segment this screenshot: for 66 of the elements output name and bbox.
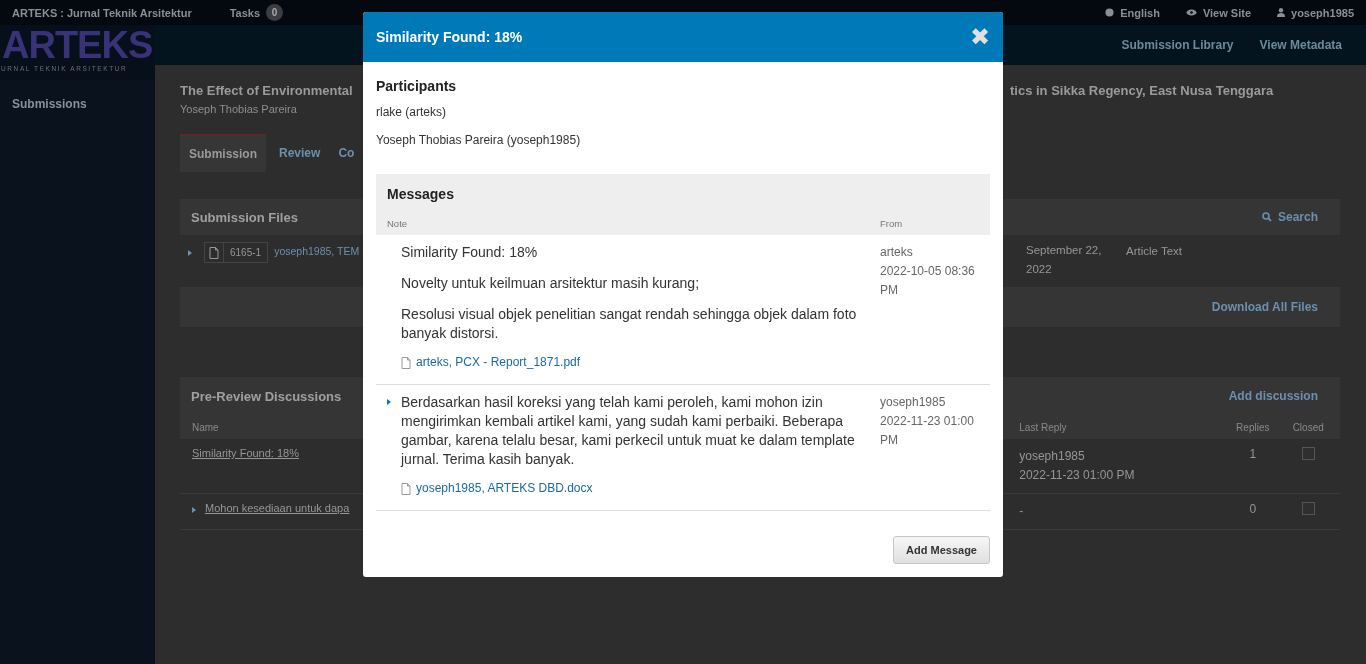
tab[interactable]: Submission [180,134,266,172]
message-text: Resolusi visual objek penelitian sangat rendah sehingga objek dalam foto banyak distorsi. [401,305,858,343]
column-header: Last Reply [1019,421,1067,433]
expand-arrow-icon[interactable] [188,250,192,256]
column-header: Name [192,421,219,433]
site-title[interactable]: ARTEKS : Jurnal Teknik Arsitektur [12,6,192,19]
file-icon [209,246,219,259]
file-icon [401,356,411,369]
section-heading: Messages [387,186,455,202]
panel-title: Submission Files [191,209,298,225]
participant-name: rlake (arteks) [376,105,447,119]
column-header: From [880,218,904,229]
nav-link[interactable]: View Metadata [1259,38,1342,52]
last-reply-text: 2022-11-23 01:00 PM [1019,468,1135,482]
dialog-title: Similarity Found: 18% [376,29,523,45]
replies-count: 1 [1249,447,1257,461]
add-discussion-link[interactable]: Add discussion [1228,389,1318,403]
file-id: 6165-1 [229,247,263,258]
eye-icon [1185,9,1197,16]
download-all-link[interactable]: Download All Files [1211,300,1318,314]
file-date: September 22, 2022 [1026,243,1103,277]
file-icon [401,482,411,495]
participant-name: Yoseph Thobias Pareira (yoseph1985) [376,133,582,147]
search-link[interactable]: Search [1261,210,1318,224]
file-link[interactable]: yoseph1985, TEM [274,245,360,257]
message-date: 2022-10-05 08:36 PM [880,263,976,299]
user-menu[interactable]: yoseph1985 [1291,6,1354,19]
add-message-button[interactable]: Add Message [893,536,990,564]
replies-count: 0 [1249,502,1257,516]
close-button[interactable]: ✖ [969,25,990,49]
column-header: Replies [1236,421,1270,433]
language-link[interactable]: English [1120,6,1160,19]
message-text: Berdasarkan hasil koreksi yang telah kami peroleh, kami mohon izin mengirimkan kembali artikel kami, yang sudah kami perbaiki. Beberapa gambar, karena telalu besar, kami perkecil untuk muat ke dalam template jurnal. Terima kasih banyak. [401,393,856,469]
globe-icon [1105,8,1115,17]
sidebar-item[interactable]: Submissions [0,80,99,128]
submission-author: Yoseph Thobias Pareira [180,103,297,115]
discussion-link[interactable]: Similarity Found: 18% [192,447,299,459]
last-reply-text: - [1019,504,1024,518]
message-date: 2022-11-23 01:00 PM [880,413,975,449]
closed-checkbox[interactable] [1301,502,1315,515]
attachment-link[interactable]: yoseph1985, ARTEKS DBD.docx [416,479,593,498]
submission-title: The Effect of Environmental [180,83,353,98]
tasks-link[interactable]: Tasks [229,6,261,19]
tab[interactable]: Co [329,134,364,172]
attachment-link[interactable]: arteks, PCX - Report_1871.pdf [416,353,581,372]
nav-link[interactable]: Submission Library [1121,38,1234,52]
panel-title: Pre-Review Discussions [191,388,342,404]
last-reply-text: yoseph1985 [1019,449,1085,463]
submission-title: tics in Sikka Regency, East Nusa Tenggara [1010,83,1274,98]
message-author: yoseph1985 [880,394,947,411]
discussion-link[interactable]: Mohon kesediaan untuk dapa [205,502,350,514]
column-header: Note [387,218,408,229]
message-author: arteks [880,244,914,261]
message-text: Novelty untuk keilmuan arsitektur masih kurang; [401,274,701,293]
expand-arrow-icon[interactable] [386,399,391,405]
message-text: Similarity Found: 18% [401,243,539,262]
column-header: Closed [1292,421,1324,433]
search-icon [1261,212,1272,222]
view-site-link[interactable]: View Site [1202,6,1251,19]
file-type: Article Text [1126,245,1184,257]
closed-checkbox[interactable] [1301,447,1315,460]
tab[interactable]: Review [270,134,330,172]
user-icon [1277,8,1285,17]
expand-arrow-icon[interactable] [192,507,196,513]
tasks-count: 0 [266,4,284,21]
section-heading: Participants [376,78,458,94]
